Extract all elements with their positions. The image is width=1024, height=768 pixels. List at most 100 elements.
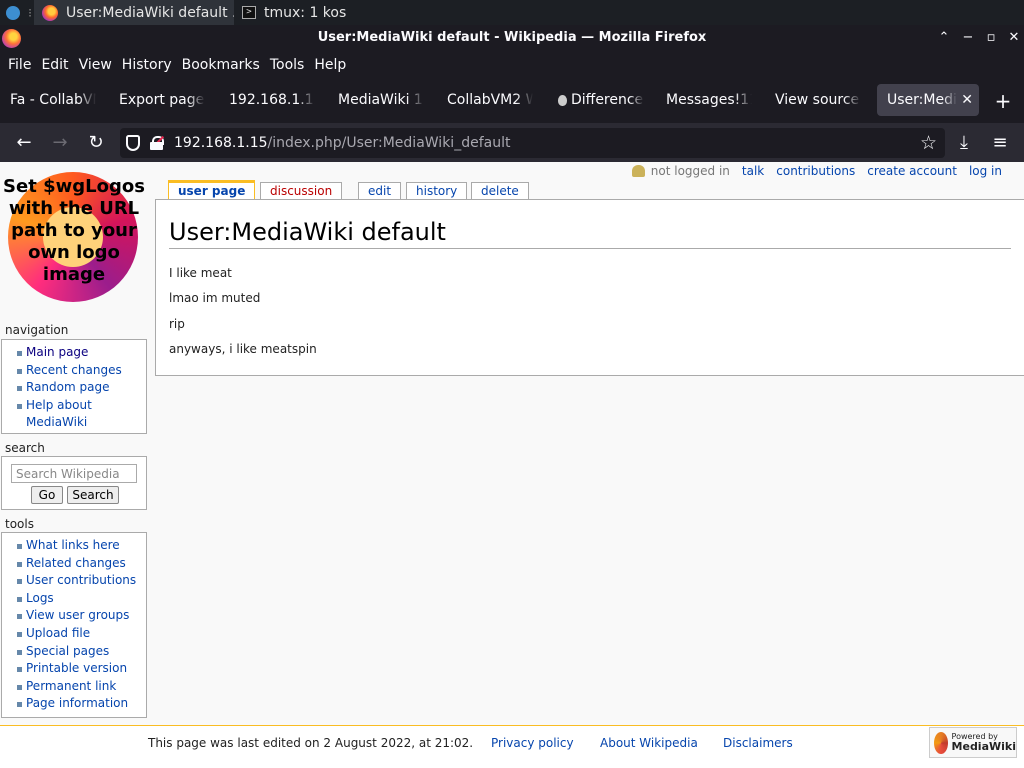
- navigation-heading: navigation: [5, 323, 69, 337]
- not-logged-in-label: not logged in: [650, 164, 730, 178]
- browser-tab[interactable]: MediaWiki 1.: [328, 84, 430, 116]
- browser-tab[interactable]: Difference: [548, 84, 650, 116]
- nav-main-page[interactable]: Main page: [2, 344, 146, 362]
- tab-user-page[interactable]: user page: [168, 180, 256, 200]
- body-paragraph: anyways, i like meatspin: [169, 342, 317, 357]
- tool-printable-version[interactable]: Printable version: [2, 660, 146, 678]
- browser-tab[interactable]: 192.168.1.12: [219, 84, 321, 116]
- reload-button[interactable]: ↻: [84, 131, 108, 155]
- user-icon: [631, 165, 645, 177]
- browser-tab-active[interactable]: User:MediaWiki✕: [877, 84, 979, 116]
- window-titlebar: User:MediaWiki default - Wikipedia — Moz…: [0, 25, 1024, 51]
- url-path: /index.php/User:MediaWiki_default: [267, 135, 511, 151]
- window-minimize-button[interactable]: ⌃: [934, 28, 954, 48]
- go-button[interactable]: Go: [31, 486, 63, 504]
- taskbar-task-terminal[interactable]: > tmux: 1 kos: [234, 0, 434, 25]
- url-bar[interactable]: 192.168.1.15/index.php/User:MediaWiki_de…: [120, 128, 945, 158]
- browser-tab[interactable]: Fa - CollabVM: [0, 84, 102, 116]
- menu-view[interactable]: View: [74, 57, 117, 73]
- tool-view-user-groups[interactable]: View user groups: [2, 607, 146, 625]
- downloads-button[interactable]: ⤓: [952, 131, 976, 155]
- logo-text: Set $wgLogos with the URL path to your o…: [3, 176, 145, 285]
- tool-upload-file[interactable]: Upload file: [2, 625, 146, 643]
- menu-file[interactable]: File: [3, 57, 36, 73]
- tool-page-information[interactable]: Page information: [2, 695, 146, 713]
- menu-edit[interactable]: Edit: [36, 57, 73, 73]
- page-body: I like meat lmao im muted rip anyways, i…: [169, 264, 317, 366]
- body-paragraph: I like meat: [169, 266, 232, 280]
- body-paragraph: rip: [169, 316, 185, 331]
- browser-tab[interactable]: View source f: [765, 84, 867, 116]
- menu-tools[interactable]: Tools: [265, 57, 310, 73]
- forward-button[interactable]: →: [48, 131, 72, 155]
- tab-edit[interactable]: edit: [358, 182, 402, 199]
- tab-label: Messages!11: [666, 92, 752, 108]
- tab-discussion[interactable]: discussion: [260, 182, 343, 199]
- taskbar-separator: ⁝: [28, 5, 32, 20]
- tool-permanent-link[interactable]: Permanent link: [2, 678, 146, 696]
- taskbar-task-label: User:MediaWiki default ...: [66, 4, 234, 21]
- talk-link[interactable]: talk: [742, 164, 764, 178]
- system-logo-icon: [6, 5, 20, 20]
- tools-portlet: What links here Related changes User con…: [1, 532, 147, 718]
- taskbar-task-firefox[interactable]: User:MediaWiki default ...: [34, 0, 234, 25]
- page-footer: This page was last edited on 2 August 20…: [0, 725, 1024, 768]
- tab-label: 192.168.1.12: [229, 92, 315, 108]
- tab-delete[interactable]: delete: [471, 182, 529, 199]
- system-menu-button[interactable]: [0, 0, 26, 25]
- powered-by-text: Powered by MediaWiki: [952, 732, 1016, 753]
- tool-user-contributions[interactable]: User contributions: [2, 572, 146, 590]
- taskbar-task-label: tmux: 1 kos: [264, 4, 347, 21]
- tool-logs[interactable]: Logs: [2, 590, 146, 608]
- tab-label: Export pages: [119, 92, 205, 108]
- window-maximize-button[interactable]: ▫: [981, 28, 1001, 48]
- menu-bookmarks[interactable]: Bookmarks: [177, 57, 265, 73]
- powered-by-mediawiki-badge[interactable]: Powered by MediaWiki: [929, 727, 1017, 758]
- nav-random-page[interactable]: Random page: [2, 379, 146, 397]
- firefox-icon: [42, 4, 58, 21]
- search-input[interactable]: [11, 464, 137, 483]
- insecure-lock-icon[interactable]: [149, 135, 165, 151]
- mediawiki-logo-icon: [934, 731, 948, 754]
- about-link[interactable]: About Wikipedia: [600, 736, 698, 750]
- search-heading: search: [5, 441, 45, 455]
- bookmark-star-icon[interactable]: ☆: [920, 132, 937, 154]
- tab-label: MediaWiki 1.: [338, 92, 424, 108]
- contributions-link[interactable]: contributions: [776, 164, 855, 178]
- search-button[interactable]: Search: [67, 486, 119, 504]
- app-menu-button[interactable]: ≡: [988, 131, 1012, 155]
- tracking-protection-icon[interactable]: [126, 135, 140, 151]
- privacy-policy-link[interactable]: Privacy policy: [491, 736, 574, 750]
- browser-tab[interactable]: Messages!11: [656, 84, 758, 116]
- menu-help[interactable]: Help: [309, 57, 351, 73]
- page-title: User:MediaWiki default: [169, 216, 1011, 249]
- nav-recent-changes[interactable]: Recent changes: [2, 362, 146, 380]
- create-account-link[interactable]: create account: [867, 164, 957, 178]
- page-content: User:MediaWiki default I like meat lmao …: [155, 199, 1024, 376]
- tool-special-pages[interactable]: Special pages: [2, 643, 146, 661]
- disclaimers-link[interactable]: Disclaimers: [723, 736, 793, 750]
- url-text[interactable]: 192.168.1.15/index.php/User:MediaWiki_de…: [174, 135, 510, 151]
- url-host: 192.168.1.15: [174, 135, 268, 151]
- tab-history[interactable]: history: [406, 182, 468, 199]
- tab-label: View source f: [775, 92, 861, 108]
- browser-tab[interactable]: Export pages: [109, 84, 211, 116]
- tool-what-links-here[interactable]: What links here: [2, 537, 146, 555]
- tab-strip: Fa - CollabVM Export pages 192.168.1.12 …: [0, 78, 1024, 123]
- browser-tab[interactable]: CollabVM2 W: [437, 84, 539, 116]
- window-close-button[interactable]: ✕: [1004, 28, 1024, 48]
- window-title: User:MediaWiki default - Wikipedia — Moz…: [317, 30, 707, 45]
- back-button[interactable]: ←: [12, 131, 36, 155]
- tab-label: CollabVM2 W: [447, 92, 533, 108]
- new-tab-button[interactable]: +: [991, 90, 1015, 114]
- personal-tools: not logged in talk contributions create …: [631, 164, 1002, 178]
- tool-related-changes[interactable]: Related changes: [2, 555, 146, 573]
- window-shade-button[interactable]: −: [958, 28, 978, 48]
- menu-history[interactable]: History: [117, 57, 177, 73]
- tab-label: Fa - CollabVM: [10, 92, 96, 108]
- site-logo[interactable]: Set $wgLogos with the URL path to your o…: [0, 162, 150, 312]
- log-in-link[interactable]: log in: [969, 164, 1002, 178]
- nav-help[interactable]: Help about MediaWiki: [2, 397, 112, 432]
- apple-icon: [558, 94, 567, 106]
- tab-close-icon[interactable]: ✕: [961, 84, 973, 116]
